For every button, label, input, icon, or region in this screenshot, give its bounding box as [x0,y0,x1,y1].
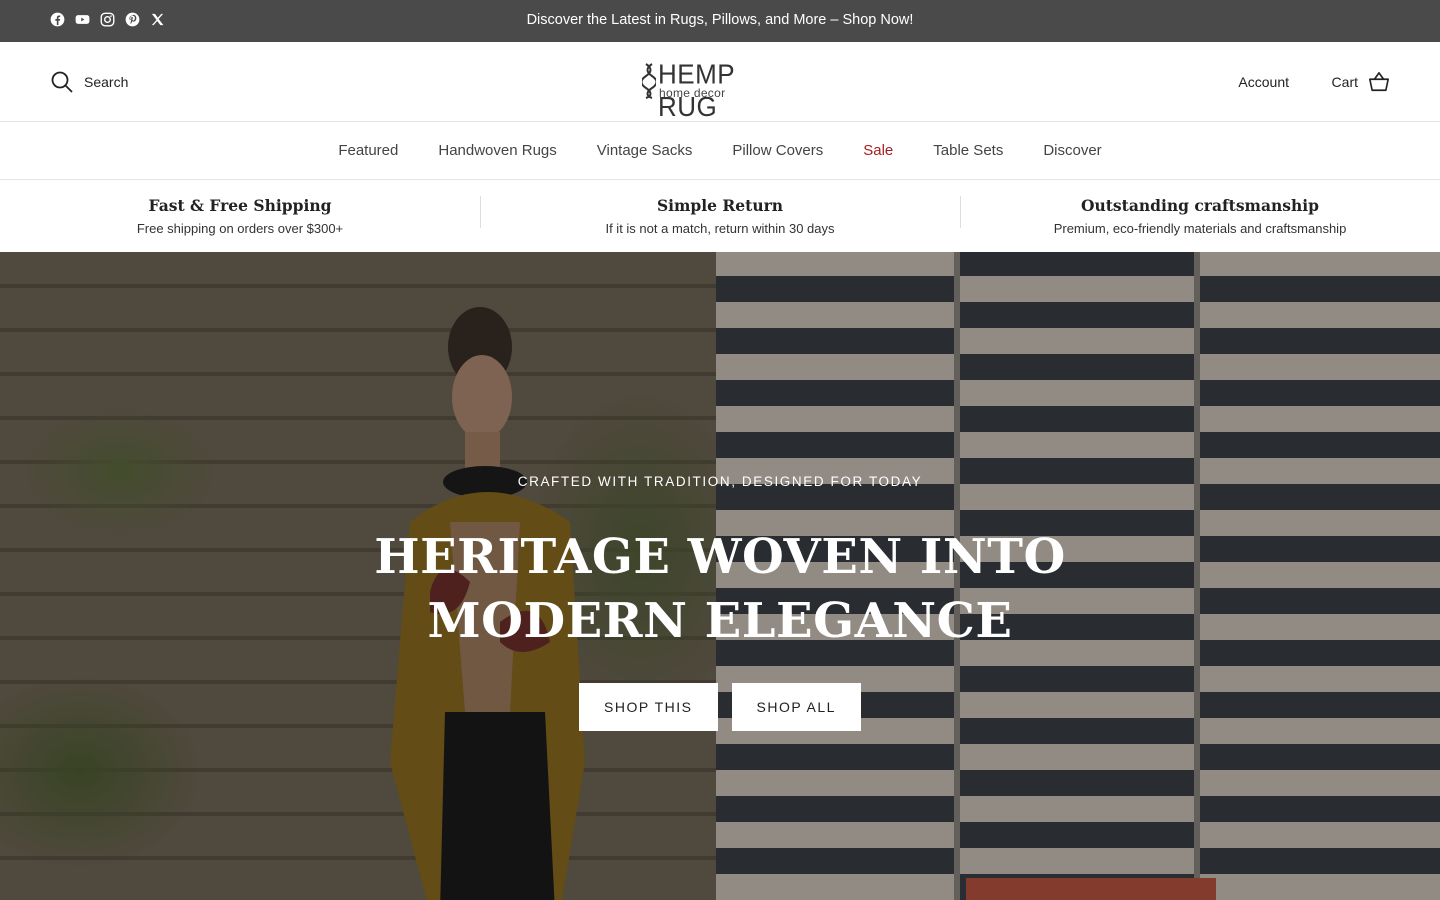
usp-title: Simple Return [656,196,784,215]
search-label: Search [84,74,129,90]
search-button[interactable]: Search [50,70,128,94]
nav-item-pillow-covers[interactable]: Pillow Covers [732,142,823,159]
hero-banner: CRAFTED WITH TRADITION, DESIGNED FOR TOD… [0,252,1440,900]
cart-button[interactable]: Cart [1332,71,1390,93]
hero-buttons: SHOP THIS SHOP ALL [0,683,1440,731]
logo-mark-icon [642,63,656,99]
nav-item-featured[interactable]: Featured [338,142,398,159]
usp-description: Free shipping on orders over $300+ [136,221,344,236]
shop-this-button[interactable]: SHOP THIS [579,683,718,731]
usp-title: Outstanding craftsmanship [1081,196,1319,215]
shop-all-button[interactable]: SHOP ALL [731,683,861,731]
usp-craftsmanship: Outstanding craftsmanship Premium, eco-f… [960,196,1440,236]
hero-headline-line1: HERITAGE WOVEN INTO [374,529,1066,585]
account-link[interactable]: Account [1238,74,1289,90]
nav-item-sale[interactable]: Sale [863,142,893,159]
usp-returns: Simple Return If it is not a match, retu… [480,196,960,236]
nav-item-table-sets[interactable]: Table Sets [933,142,1003,159]
basket-icon [1369,72,1389,92]
cart-label: Cart [1331,74,1358,90]
nav-item-handwoven-rugs[interactable]: Handwoven Rugs [438,142,556,159]
usp-description: If it is not a match, return within 30 d… [605,221,835,236]
main-nav: Featured Handwoven Rugs Vintage Sacks Pi… [0,122,1440,180]
usp-shipping: Fast & Free Shipping Free shipping on or… [0,196,480,236]
search-icon [51,71,73,93]
hero-kicker: CRAFTED WITH TRADITION, DESIGNED FOR TOD… [517,474,923,489]
usp-title: Fast & Free Shipping [148,196,332,215]
hero-headline-line2: MODERN ELEGANCE [427,593,1013,649]
nav-item-discover[interactable]: Discover [1043,142,1101,159]
announcement-text[interactable]: Discover the Latest in Rugs, Pillows, an… [0,12,1440,28]
usp-description: Premium, eco-friendly materials and craf… [1053,221,1347,236]
hero-headline: HERITAGE WOVEN INTO MODERN ELEGANCE [0,525,1440,653]
announcement-bar: Discover the Latest in Rugs, Pillows, an… [0,0,1440,42]
logo[interactable]: HEMP RUG home decor [640,58,800,123]
hero-content: CRAFTED WITH TRADITION, DESIGNED FOR TOD… [0,474,1440,731]
logo-subtitle: home decor [659,86,726,100]
usp-strip: Fast & Free Shipping Free shipping on or… [0,180,1440,252]
nav-item-vintage-sacks[interactable]: Vintage Sacks [597,142,693,159]
site-header: Search HEMP RUG home decor Account Cart [0,42,1440,123]
